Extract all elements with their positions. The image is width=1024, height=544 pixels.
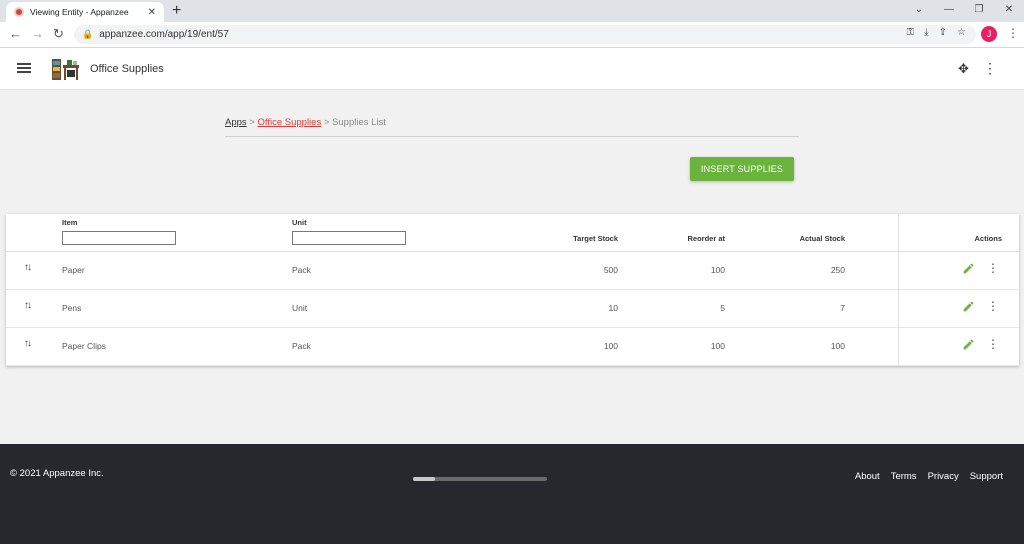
column-header-reorder-at[interactable]: Reorder at bbox=[665, 234, 725, 243]
cell-actual-stock: 7 bbox=[840, 303, 845, 313]
column-header-unit[interactable]: Unit bbox=[292, 218, 307, 227]
supplies-table: Item Unit Target Stock Reorder at Actual… bbox=[6, 214, 1019, 366]
reorder-icon[interactable]: ↑↓ bbox=[24, 338, 32, 349]
app-header: Office Supplies ✥ ⋮ bbox=[0, 48, 1024, 90]
horizontal-scrollbar[interactable] bbox=[413, 477, 547, 481]
tab-close-icon[interactable]: ✕ bbox=[148, 7, 156, 18]
row-menu-icon[interactable]: ⋮ bbox=[987, 261, 999, 275]
tab-title: Viewing Entity - Appanzee bbox=[30, 7, 129, 17]
reorder-icon[interactable]: ↑↓ bbox=[24, 262, 32, 273]
browser-toolbar: ← → ↻ 🔒 appanzee.com/app/19/ent/57 ⚿ ⤓ ⇪… bbox=[0, 22, 1024, 48]
column-header-target-stock[interactable]: Target Stock bbox=[558, 234, 618, 243]
cell-item: Paper Clips bbox=[62, 341, 106, 351]
back-icon[interactable]: ← bbox=[9, 26, 22, 42]
row-menu-icon[interactable]: ⋮ bbox=[987, 337, 999, 351]
browser-tab-strip: Viewing Entity - Appanzee ✕ + ⌄ — ❐ ✕ bbox=[0, 0, 1024, 22]
page-footer: © 2021 Appanzee Inc. About Terms Privacy… bbox=[0, 444, 1024, 544]
footer-link-privacy[interactable]: Privacy bbox=[928, 471, 959, 482]
breadcrumb-office-supplies-link[interactable]: Office Supplies bbox=[257, 117, 321, 128]
breadcrumb-current: Supplies List bbox=[332, 117, 386, 128]
breadcrumb-apps-link[interactable]: Apps bbox=[225, 117, 247, 128]
column-header-item[interactable]: Item bbox=[62, 218, 77, 227]
footer-link-support[interactable]: Support bbox=[970, 471, 1003, 482]
minimize-icon[interactable]: — bbox=[934, 0, 964, 22]
footer-link-terms[interactable]: Terms bbox=[891, 471, 917, 482]
restore-icon[interactable]: ❐ bbox=[964, 0, 994, 22]
cell-actual-stock: 100 bbox=[830, 341, 845, 351]
hamburger-menu-icon[interactable] bbox=[17, 63, 31, 73]
cell-unit: Pack bbox=[292, 341, 311, 351]
breadcrumb-separator: > bbox=[321, 117, 333, 128]
window-controls: ⌄ — ❐ ✕ bbox=[904, 0, 1024, 22]
install-icon[interactable]: ⤓ bbox=[924, 27, 928, 38]
favicon-icon bbox=[14, 7, 24, 17]
cell-reorder-at: 100 bbox=[710, 265, 725, 275]
unit-filter-input[interactable] bbox=[292, 231, 406, 245]
cell-target-stock: 10 bbox=[608, 303, 618, 313]
edit-pencil-icon[interactable] bbox=[962, 300, 975, 313]
omnibox-actions: ⚿ ⤓ ⇪ ☆ bbox=[907, 27, 966, 38]
edit-pencil-icon[interactable] bbox=[962, 338, 975, 351]
lock-icon: 🔒 bbox=[82, 29, 94, 39]
browser-tab[interactable]: Viewing Entity - Appanzee ✕ bbox=[6, 2, 164, 22]
cell-item: Pens bbox=[62, 303, 82, 313]
column-header-actual-stock[interactable]: Actual Stock bbox=[785, 234, 845, 243]
column-header-actions: Actions bbox=[974, 234, 1002, 243]
cell-unit: Pack bbox=[292, 265, 311, 275]
table-row[interactable]: ↑↓ Pens Unit 10 5 7 ⋮ bbox=[6, 290, 1019, 328]
reorder-icon[interactable]: ↑↓ bbox=[24, 300, 32, 311]
tab-search-icon[interactable]: ⌄ bbox=[904, 0, 934, 22]
breadcrumb: Apps > Office Supplies > Supplies List bbox=[225, 117, 799, 137]
new-tab-button[interactable]: + bbox=[172, 2, 181, 20]
insert-supplies-button[interactable]: INSERT SUPPLIES bbox=[690, 157, 794, 181]
bookmark-star-icon[interactable]: ☆ bbox=[957, 27, 966, 38]
scrollbar-thumb[interactable] bbox=[413, 477, 435, 481]
row-menu-icon[interactable]: ⋮ bbox=[987, 299, 999, 313]
cell-actual-stock: 250 bbox=[830, 265, 845, 275]
app-logo-icon bbox=[52, 59, 79, 80]
reload-icon[interactable]: ↻ bbox=[53, 26, 64, 42]
table-row[interactable]: ↑↓ Paper Clips Pack 100 100 100 ⋮ bbox=[6, 328, 1019, 366]
edit-pencil-icon[interactable] bbox=[962, 262, 975, 275]
gamepad-icon[interactable]: ✥ bbox=[958, 61, 969, 77]
forward-icon[interactable]: → bbox=[31, 26, 44, 42]
item-filter-input[interactable] bbox=[62, 231, 176, 245]
share-icon[interactable]: ⇪ bbox=[939, 27, 947, 38]
key-icon[interactable]: ⚿ bbox=[907, 27, 915, 38]
breadcrumb-separator: > bbox=[246, 117, 258, 128]
footer-links: About Terms Privacy Support bbox=[855, 471, 1003, 482]
table-header: Item Unit Target Stock Reorder at Actual… bbox=[6, 214, 1019, 252]
footer-link-about[interactable]: About bbox=[855, 471, 880, 482]
browser-menu-icon[interactable]: ⋮ bbox=[1007, 26, 1019, 40]
table-row[interactable]: ↑↓ Paper Pack 500 100 250 ⋮ bbox=[6, 252, 1019, 290]
close-window-icon[interactable]: ✕ bbox=[994, 0, 1024, 22]
cell-item: Paper bbox=[62, 265, 85, 275]
cell-unit: Unit bbox=[292, 303, 308, 313]
cell-target-stock: 500 bbox=[603, 265, 618, 275]
app-title: Office Supplies bbox=[90, 63, 164, 75]
url-text: appanzee.com/app/19/ent/57 bbox=[99, 29, 229, 40]
cell-target-stock: 100 bbox=[603, 341, 618, 351]
actions-column-divider bbox=[898, 214, 899, 366]
app-menu-icon[interactable]: ⋮ bbox=[983, 60, 997, 77]
profile-avatar[interactable]: J bbox=[981, 26, 997, 42]
copyright-text: © 2021 Appanzee Inc. bbox=[10, 468, 104, 479]
cell-reorder-at: 100 bbox=[710, 341, 725, 351]
cell-reorder-at: 5 bbox=[720, 303, 725, 313]
address-bar[interactable]: 🔒 appanzee.com/app/19/ent/57 bbox=[74, 25, 976, 44]
